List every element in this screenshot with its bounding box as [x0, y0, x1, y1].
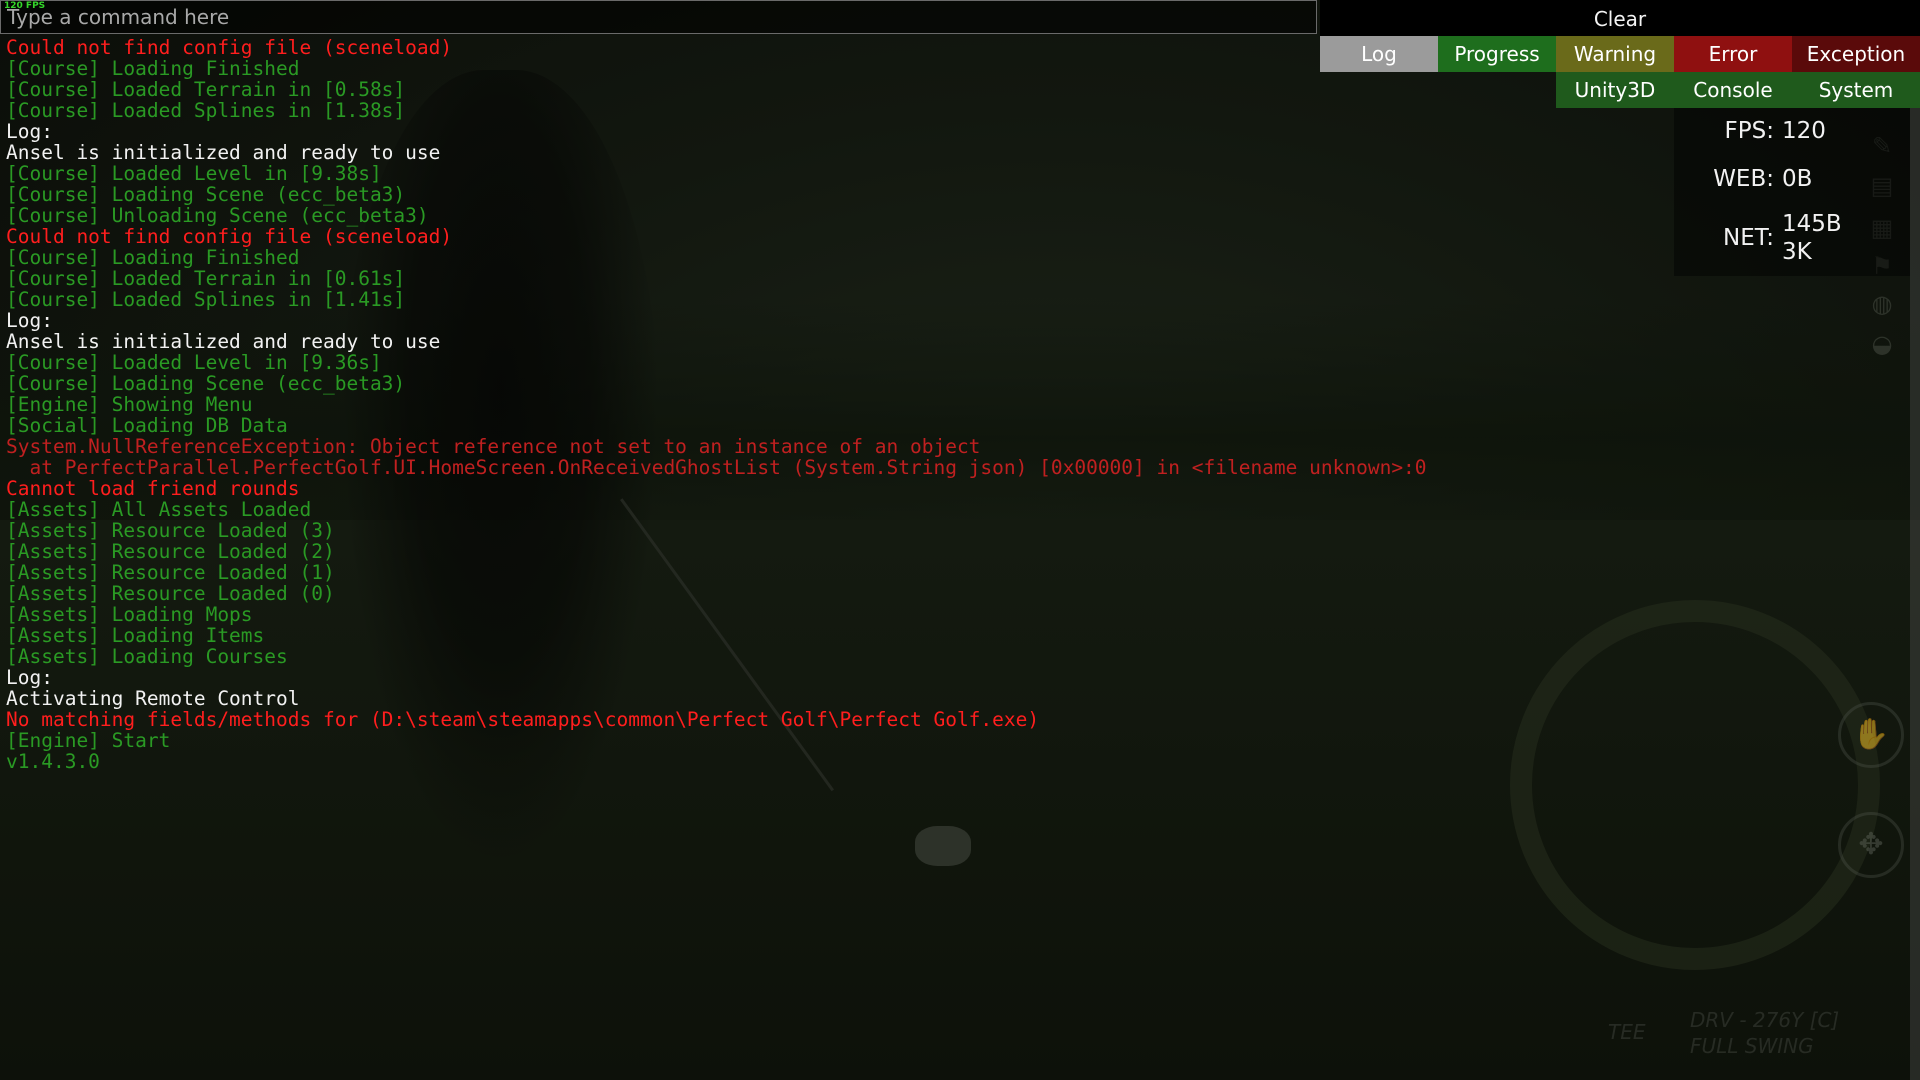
- clubhead-and-ball: [915, 826, 971, 866]
- filter-error-button[interactable]: Error: [1674, 36, 1792, 72]
- filter-unity3d-button[interactable]: Unity3D: [1556, 72, 1674, 108]
- filter-console-button[interactable]: Console: [1674, 72, 1792, 108]
- net-label: NET:: [1722, 225, 1774, 251]
- filter-exception-button[interactable]: Exception: [1792, 36, 1920, 72]
- log-line: [Course] Loaded Splines in [1.41s]: [6, 288, 406, 311]
- fps-counter-small: 120 FPS: [4, 1, 46, 11]
- log-line: [Assets] Loading Courses: [6, 645, 288, 668]
- web-label: WEB:: [1713, 166, 1774, 192]
- command-input[interactable]: [7, 3, 1307, 31]
- log-line: [Assets] Loading Mops: [6, 603, 253, 626]
- club-distance-label: DRV - 276Y [C]: [1690, 1008, 1840, 1032]
- swing-type-label: FULL SWING: [1690, 1034, 1814, 1058]
- console-scrollbar[interactable]: [1910, 0, 1920, 1080]
- log-line: No matching fields/methods for (D:\steam…: [6, 708, 1040, 731]
- game-viewport: ✋ ✥ TEE DRV - 276Y [C] FULL SWING ✎ ▤ ▦ …: [0, 0, 1920, 1080]
- log-line: Cannot load friend rounds: [6, 477, 300, 500]
- command-bar: [0, 0, 1317, 34]
- log-line: [Course] Loaded Terrain in [0.61s]: [6, 267, 406, 290]
- stats-panel: FPS: 120 WEB: 0B NET: 145B 3K: [1674, 108, 1910, 276]
- log-line: Log:: [6, 120, 53, 143]
- log-line: [Course] Loading Finished: [6, 246, 300, 269]
- log-line: [Course] Loading Scene (ecc_beta3): [6, 183, 406, 206]
- web-value: 0B: [1782, 166, 1813, 192]
- log-line: [Assets] Resource Loaded (3): [6, 519, 335, 542]
- net-value-secondary: 3K: [1782, 239, 1812, 265]
- log-line: [Assets] Resource Loaded (1): [6, 561, 335, 584]
- log-line: at PerfectParallel.PerfectGolf.UI.HomeSc…: [6, 456, 1427, 479]
- log-filter-panel: Clear Log Progress Warning Error Excepti…: [1320, 0, 1920, 108]
- fps-value: 120: [1782, 118, 1826, 144]
- log-line: v1.4.3.0: [6, 750, 100, 773]
- log-line: [Assets] Loading Items: [6, 624, 265, 647]
- log-line: [Assets] Resource Loaded (2): [6, 540, 335, 563]
- log-line: Ansel is initialized and ready to use: [6, 141, 441, 164]
- filter-system-button[interactable]: System: [1792, 72, 1920, 108]
- log-line: Ansel is initialized and ready to use: [6, 330, 441, 353]
- net-value-primary: 145B: [1782, 211, 1842, 237]
- log-line: [Engine] Start: [6, 729, 171, 752]
- log-line: [Assets] Resource Loaded (0): [6, 582, 335, 605]
- shoe-icon[interactable]: ◒: [1862, 330, 1902, 364]
- log-line: [Social] Loading DB Data: [6, 414, 288, 437]
- log-line: [Assets] All Assets Loaded: [6, 498, 312, 521]
- filter-warning-button[interactable]: Warning: [1556, 36, 1674, 72]
- log-line: [Course] Loading Scene (ecc_beta3): [6, 372, 406, 395]
- log-line: Log:: [6, 309, 53, 332]
- log-line: Could not find config file (sceneload): [6, 225, 453, 248]
- console-log-output: Could not find config file (sceneload) [C…: [6, 37, 1606, 772]
- log-line: [Course] Loaded Level in [9.38s]: [6, 162, 382, 185]
- log-line: System.NullReferenceException: Object re…: [6, 435, 981, 458]
- log-line: [Course] Loaded Level in [9.36s]: [6, 351, 382, 374]
- log-line: [Course] Unloading Scene (ecc_beta3): [6, 204, 429, 227]
- log-line: Log:: [6, 666, 53, 689]
- camera-view-icon[interactable]: ✋: [1838, 702, 1904, 768]
- fps-label: FPS:: [1724, 118, 1774, 144]
- log-line: [Engine] Showing Menu: [6, 393, 253, 416]
- log-line: Activating Remote Control: [6, 687, 300, 710]
- filter-progress-button[interactable]: Progress: [1438, 36, 1556, 72]
- move-aim-icon[interactable]: ✥: [1838, 812, 1904, 878]
- tee-label: TEE: [1608, 1020, 1646, 1044]
- filter-log-button[interactable]: Log: [1320, 36, 1438, 72]
- golf-bag-icon[interactable]: ◍: [1862, 290, 1902, 324]
- clear-button[interactable]: Clear: [1320, 0, 1920, 36]
